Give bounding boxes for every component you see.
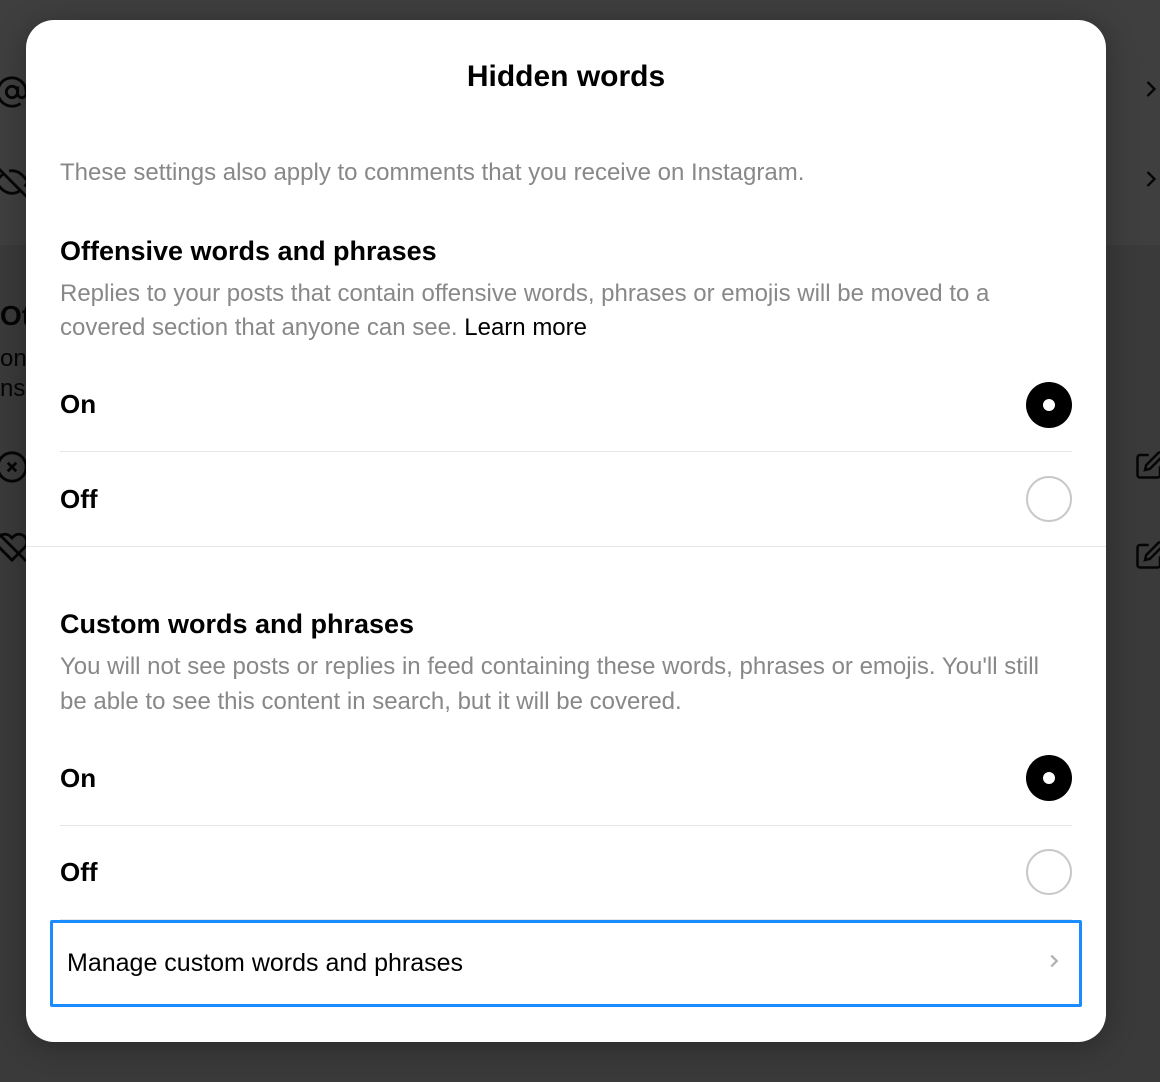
radio-label-on: On [60, 389, 96, 420]
radio-button-on[interactable] [1026, 382, 1072, 428]
edit-icon [1135, 450, 1160, 485]
section-gap [60, 547, 1072, 609]
manage-custom-words-button[interactable]: Manage custom words and phrases [50, 920, 1082, 1007]
hidden-words-modal: Hidden words These settings also apply t… [26, 20, 1106, 1042]
radio-button-off[interactable] [1026, 849, 1072, 895]
radio-button-off[interactable] [1026, 476, 1072, 522]
eye-off-icon [0, 165, 29, 204]
radio-label-off: Off [60, 484, 98, 515]
modal-title: Hidden words [26, 20, 1106, 124]
custom-on-row[interactable]: On [60, 732, 1072, 826]
offensive-section: Offensive words and phrases Replies to y… [60, 236, 1072, 547]
custom-section-title: Custom words and phrases [60, 609, 1072, 640]
custom-section-description: You will not see posts or replies in fee… [60, 650, 1072, 720]
custom-off-row[interactable]: Off [60, 826, 1072, 920]
custom-section: Custom words and phrases You will not se… [60, 609, 1072, 1007]
radio-label-off: Off [60, 857, 98, 888]
offensive-on-row[interactable]: On [60, 358, 1072, 452]
modal-body: These settings also apply to comments th… [26, 156, 1106, 1007]
offensive-off-row[interactable]: Off [60, 452, 1072, 546]
chevron-right-icon [1137, 165, 1160, 198]
background-text-fragment: on [0, 345, 27, 373]
offensive-section-description: Replies to your posts that contain offen… [60, 277, 1072, 347]
manage-custom-words-label: Manage custom words and phrases [67, 949, 463, 978]
modal-subtitle: These settings also apply to comments th… [60, 156, 1072, 190]
close-circle-icon [0, 450, 29, 489]
heart-off-icon [0, 530, 29, 569]
radio-button-on[interactable] [1026, 755, 1072, 801]
learn-more-link[interactable]: Learn more [464, 314, 587, 341]
at-sign-icon [0, 75, 29, 114]
radio-label-on: On [60, 763, 96, 794]
edit-icon [1135, 540, 1160, 575]
offensive-section-title: Offensive words and phrases [60, 236, 1072, 267]
chevron-right-icon [1137, 75, 1160, 108]
chevron-right-icon [1043, 950, 1065, 977]
